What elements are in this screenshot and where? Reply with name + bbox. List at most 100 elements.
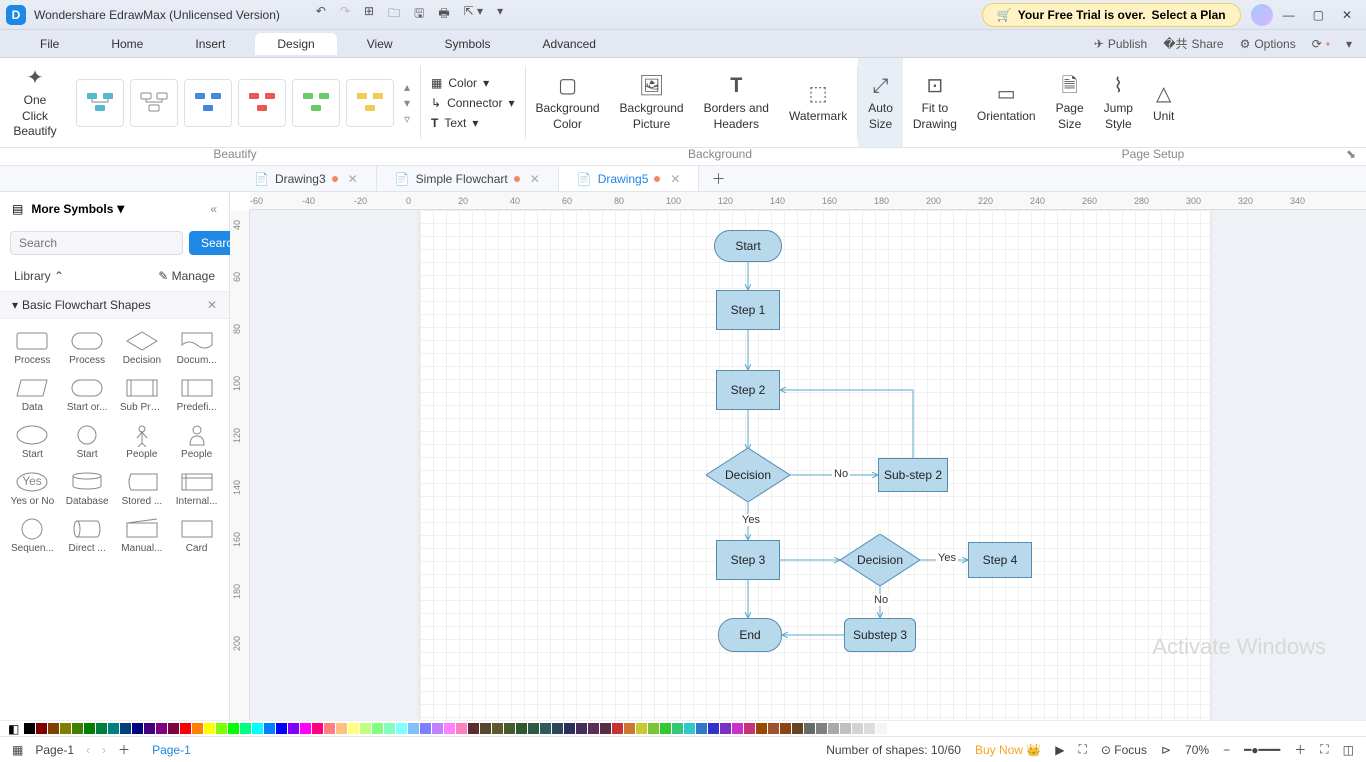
shape-13[interactable]: Database [63,468,112,509]
color-swatch[interactable] [504,723,515,734]
undo-icon[interactable]: ↶ [316,4,326,25]
borders-headers-button[interactable]: 𝐓Borders and Headers [694,58,779,147]
color-swatch[interactable] [852,723,863,734]
node-step4[interactable]: Step 4 [968,542,1032,578]
fullscreen-icon[interactable]: ⛶ [1078,742,1086,757]
node-substep3[interactable]: Substep 3 [844,618,916,652]
color-swatch[interactable] [360,723,371,734]
color-swatch[interactable] [108,723,119,734]
shape-5[interactable]: Start or... [63,374,112,415]
color-swatch[interactable] [96,723,107,734]
color-swatch[interactable] [204,723,215,734]
page-size-button[interactable]: 🗎Page Size [1046,58,1094,147]
shape-10[interactable]: People [118,421,167,462]
color-swatch[interactable] [804,723,815,734]
shape-17[interactable]: Direct ... [63,515,112,556]
shape-9[interactable]: Start [63,421,112,462]
color-swatch[interactable] [636,723,647,734]
menu-collapse-icon[interactable]: ▾ [1346,37,1352,51]
color-swatch[interactable] [156,723,167,734]
color-swatch[interactable] [168,723,179,734]
watermark-button[interactable]: ⬚Watermark [779,58,857,147]
options-button[interactable]: ⚙ Options [1240,37,1296,51]
page-prev-icon[interactable]: ‹ [86,743,90,757]
new-icon[interactable]: ⊞ [364,4,374,25]
theme-2[interactable] [130,79,178,127]
page-list-icon[interactable]: ▦ [12,743,23,757]
node-step3[interactable]: Step 3 [716,540,780,580]
search-input[interactable] [10,231,183,255]
one-click-beautify-button[interactable]: ✦ One Click Beautify [0,58,70,147]
zoom-in-button[interactable]: ＋ [1294,741,1306,758]
shape-4[interactable]: Data [8,374,57,415]
color-button[interactable]: ▦ Color ▾ [431,76,514,90]
node-decision2[interactable]: Decision [840,534,920,586]
color-swatch[interactable] [468,723,479,734]
export-icon[interactable]: ⇱ ▾ [464,4,483,25]
color-swatch[interactable] [228,723,239,734]
doc-tab-0[interactable]: 📄Drawing3✕ [236,166,377,191]
theme-4[interactable] [238,79,286,127]
print-icon[interactable]: 🖶 [438,4,449,25]
shape-0[interactable]: Process [8,327,57,368]
sidebar-collapse-icon[interactable]: « [210,202,217,216]
user-avatar[interactable] [1251,4,1273,26]
color-swatch[interactable] [552,723,563,734]
menu-insert[interactable]: Insert [173,33,247,55]
drawing-page[interactable]: Start Step 1 Step 2 Decision Sub-step 2 … [420,210,1210,720]
color-swatch[interactable] [408,723,419,734]
color-swatch[interactable] [324,723,335,734]
maximize-button[interactable]: ▢ [1313,8,1324,22]
color-swatch[interactable] [288,723,299,734]
menu-advanced[interactable]: Advanced [521,33,618,55]
color-swatch[interactable] [492,723,503,734]
color-swatch[interactable] [648,723,659,734]
orientation-button[interactable]: ▭Orientation [967,58,1046,147]
color-swatch[interactable] [888,723,899,734]
node-decision1[interactable]: Decision [706,448,790,502]
zoom-out-button[interactable]: − [1223,743,1230,757]
new-tab-button[interactable]: ＋ [699,169,737,189]
library-button[interactable]: Library ⌃ [14,269,64,283]
fit-drawing-button[interactable]: ⊡Fit to Drawing [903,58,967,147]
color-swatch[interactable] [192,723,203,734]
color-swatch[interactable] [564,723,575,734]
color-swatch[interactable] [276,723,287,734]
zoom-slider[interactable]: ━●━━━ [1244,743,1280,757]
color-swatch[interactable] [132,723,143,734]
shape-19[interactable]: Card [172,515,221,556]
open-icon[interactable]: 🗀 [388,4,400,25]
color-swatch[interactable] [144,723,155,734]
menu-file[interactable]: File [18,33,81,55]
theme-3[interactable] [184,79,232,127]
color-swatch[interactable] [828,723,839,734]
color-swatch[interactable] [792,723,803,734]
node-start[interactable]: Start [714,230,782,262]
doc-tab-2[interactable]: 📄Drawing5✕ [559,166,700,191]
trial-banner[interactable]: 🛒 Your Free Trial is over. Select a Plan [982,3,1241,27]
node-step2[interactable]: Step 2 [716,370,780,410]
manage-button[interactable]: ✎ Manage [158,269,215,283]
color-swatch[interactable] [840,723,851,734]
zoom-level[interactable]: 70% [1185,743,1209,757]
color-swatch[interactable] [60,723,71,734]
redo-icon[interactable]: ↷ [340,4,350,25]
panels-icon[interactable]: ◫ [1343,743,1354,757]
focus-button[interactable]: ⊙ Focus [1101,743,1147,757]
color-swatch[interactable] [624,723,635,734]
color-swatch[interactable] [672,723,683,734]
color-swatch[interactable] [444,723,455,734]
shape-7[interactable]: Predefi... [172,374,221,415]
save-icon[interactable]: 🖫 [414,4,424,25]
color-swatch[interactable] [516,723,527,734]
color-swatch[interactable] [684,723,695,734]
color-swatch[interactable] [24,723,35,734]
color-swatch[interactable] [876,723,887,734]
color-swatch[interactable] [240,723,251,734]
color-swatch[interactable] [600,723,611,734]
color-swatch[interactable] [36,723,47,734]
node-step1[interactable]: Step 1 [716,290,780,330]
page-tab[interactable]: Page-1 [35,743,74,757]
connector-button[interactable]: ↳ Connector ▾ [431,96,514,110]
buy-now-link[interactable]: Buy Now 👑 [975,743,1041,757]
